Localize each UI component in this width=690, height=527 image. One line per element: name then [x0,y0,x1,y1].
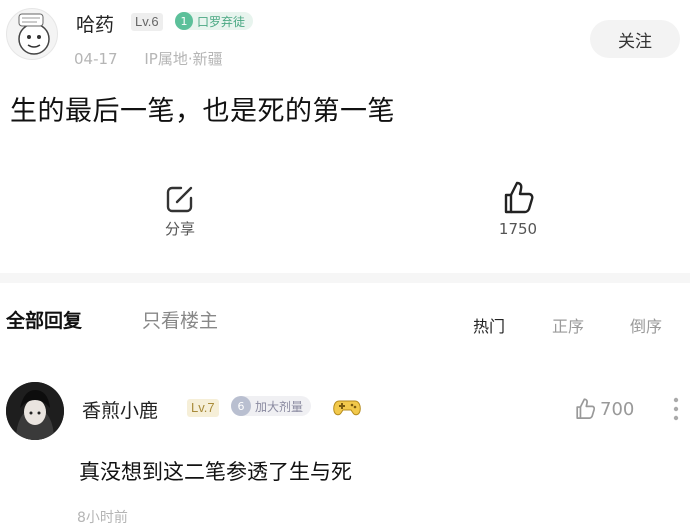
post-ip-location: IP属地·新疆 [144,50,223,68]
avatar-drawing [18,13,50,55]
commenter-level-badge: Lv.7 [187,399,219,417]
post-body: 生的最后一笔，也是死的第一笔 [10,96,395,127]
comment-body: 真没想到这二笔参透了生与死 [79,460,352,484]
fan-badge-label: 口罗弃徒 [197,14,246,29]
avatar-drawing [6,382,64,440]
fan-badge-icon: 1 [175,12,193,30]
like-count: 1750 [498,220,538,238]
thumbs-up-icon [504,181,534,214]
comment-timestamp: 8小时前 [77,510,128,526]
more-options-icon[interactable] [672,396,680,426]
follow-button[interactable]: 关注 [590,20,680,58]
comment-like-count: 700 [600,398,635,420]
share-icon [166,186,193,213]
thumbs-up-icon [576,398,596,419]
commenter-avatar[interactable] [6,382,64,440]
comment-like-button[interactable]: 700 [572,396,634,422]
sort-ascending[interactable]: 正序 [552,313,584,337]
post-date: 04-17 [74,50,118,68]
gamepad-icon [333,396,361,422]
section-divider [0,273,690,283]
poster-level-badge: Lv.6 [131,13,163,31]
tab-owner-only[interactable]: 只看楼主 [142,306,218,333]
poster-fan-badge[interactable]: 1 口罗弃徒 [175,12,254,30]
sort-hot[interactable]: 热门 [473,313,505,337]
post-meta: 04-17 IP属地·新疆 [74,48,223,69]
tab-all-replies[interactable]: 全部回复 [6,306,82,333]
commenter-fan-badge[interactable]: 6 加大剂量 [231,396,312,416]
fan-badge-icon: 6 [231,396,251,416]
share-label: 分享 [164,220,195,238]
like-button[interactable]: 1750 [483,178,553,238]
share-button[interactable]: 分享 [145,182,215,239]
sort-descending[interactable]: 倒序 [630,313,662,337]
commenter-username[interactable]: 香煎小鹿 [82,396,158,423]
poster-username[interactable]: 哈药 [76,10,114,37]
fan-badge-label: 加大剂量 [255,399,304,414]
poster-avatar[interactable] [6,8,58,60]
